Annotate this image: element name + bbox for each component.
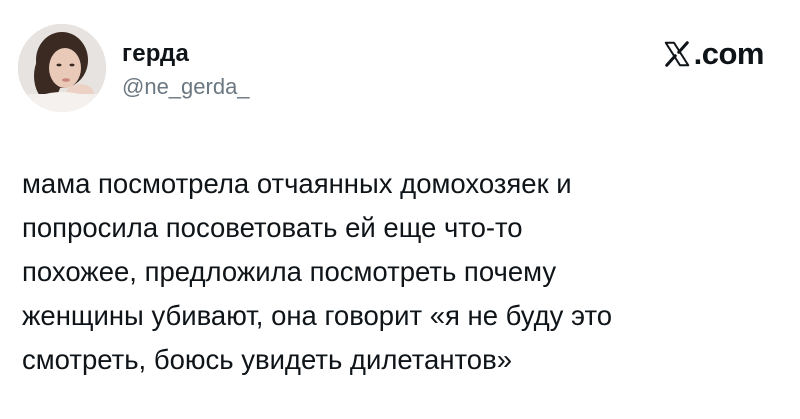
- brand-mark: .com: [662, 36, 765, 72]
- tweet-text: мама посмотрела отчаянных домохозяек и п…: [22, 168, 613, 375]
- avatar-photo: [18, 24, 106, 112]
- x-logo-icon: [664, 41, 689, 67]
- author-block: герда @ne_gerda_: [122, 40, 250, 100]
- tweet-card: герда @ne_gerda_ .com мама посмотрела от…: [0, 0, 800, 419]
- user-handle[interactable]: @ne_gerda_: [122, 74, 250, 100]
- avatar[interactable]: [18, 24, 106, 112]
- brand-label: .com: [693, 36, 765, 71]
- display-name[interactable]: герда: [122, 40, 250, 68]
